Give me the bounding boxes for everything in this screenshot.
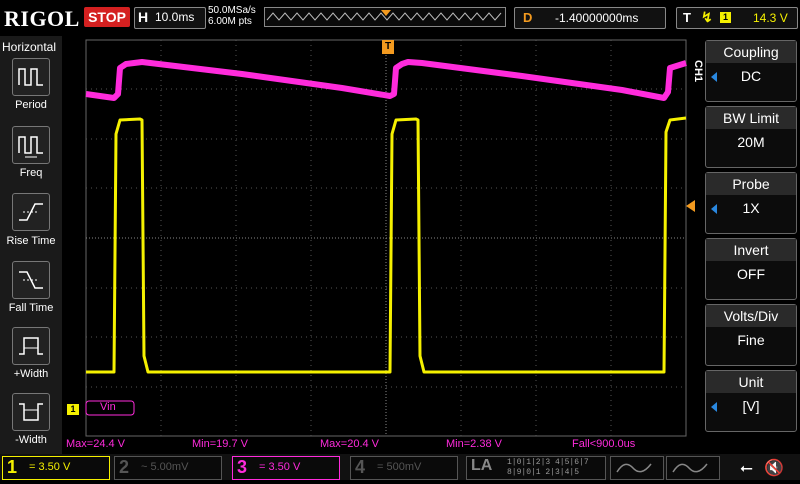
fall-time-label: Fall Time: [8, 302, 54, 314]
unit-softkey[interactable]: Unit [V]: [705, 370, 797, 432]
source-2-status[interactable]: [666, 456, 720, 480]
ch3-coupling: =: [259, 461, 266, 473]
bw-limit-value: 20M: [737, 134, 765, 150]
rising-edge-icon: ↯: [701, 9, 713, 25]
positive-width-label: +Width: [13, 368, 49, 380]
measurement-2: Min=19.7 V: [192, 438, 248, 450]
invert-value: OFF: [737, 266, 765, 282]
ch4-status[interactable]: 4 = 500mV: [350, 456, 458, 480]
ch2-coupling: ~: [141, 461, 148, 473]
brand-logo: RIGOL: [4, 6, 80, 31]
volts-div-caption: Volts/Div: [706, 305, 796, 327]
la-status[interactable]: LA 1|0|1|2|3 4|5|6|7 8|9|0|1 2|3|4|5: [466, 456, 606, 480]
measurement-5: Fall<900.0us: [572, 438, 636, 450]
volts-div-softkey[interactable]: Volts/Div Fine: [705, 304, 797, 366]
ch1-scale: = 3.50 V: [29, 461, 70, 473]
trigger-box[interactable]: T ↯ 1 14.3 V: [676, 7, 798, 29]
ch1-ground-marker[interactable]: 1: [67, 404, 79, 415]
sample-rate: 50.0MSa/s: [208, 5, 256, 16]
measurement-1: Max=24.4 V: [66, 438, 126, 450]
measurement-4: Min=2.38 V: [446, 438, 502, 450]
coupling-softkey[interactable]: Coupling DC: [705, 40, 797, 102]
ch4-coupling: =: [377, 461, 384, 473]
rise-time-label: Rise Time: [6, 235, 56, 247]
coupling-caption: Coupling: [706, 41, 796, 63]
waveform-display[interactable]: [62, 36, 690, 438]
period-icon: [18, 68, 43, 86]
invert-caption: Invert: [706, 239, 796, 261]
negative-width-button[interactable]: [12, 393, 50, 431]
ch3-scale-value: 3.50 V: [268, 461, 301, 473]
delay-label: D: [523, 10, 533, 25]
run-stop-indicator[interactable]: STOP: [84, 7, 130, 27]
sine-wave-icon: [616, 463, 652, 473]
probe-softkey[interactable]: Probe 1X: [705, 172, 797, 234]
acquisition-info: 50.0MSa/s 6.00M pts: [208, 5, 256, 27]
invert-softkey[interactable]: Invert OFF: [705, 238, 797, 300]
la-bits-bottom: 8|9|0|1 2|3|4|5: [507, 468, 580, 477]
timebase-value: 10.0ms: [155, 10, 195, 24]
bw-limit-softkey[interactable]: BW Limit 20M: [705, 106, 797, 168]
period-button[interactable]: [12, 58, 50, 96]
ch3-number: 3: [237, 457, 248, 477]
source-1-status[interactable]: [610, 456, 664, 480]
speaker-mute-icon[interactable]: 🔇: [764, 458, 784, 477]
channel-tab[interactable]: CH1: [690, 60, 704, 82]
positive-width-icon: [19, 337, 43, 355]
period-label: Period: [15, 99, 47, 111]
probe-value: 1X: [742, 200, 760, 216]
rise-time-button[interactable]: [12, 193, 50, 231]
coupling-value: DC: [740, 68, 762, 84]
volts-div-value: Fine: [737, 332, 765, 348]
ch4-scale: = 500mV: [377, 461, 421, 473]
fall-time-icon: [19, 271, 43, 289]
la-label: LA: [471, 457, 493, 474]
ch1-status[interactable]: 1 = 3.50 V: [2, 456, 110, 480]
timebase-label: H: [138, 9, 149, 25]
memory-waveform-icon: [266, 10, 502, 21]
trigger-level-marker[interactable]: [686, 200, 695, 212]
trigger-level: 14.3 V: [753, 11, 788, 25]
freq-icon: [18, 136, 43, 158]
la-bits-top: 1|0|1|2|3 4|5|6|7: [507, 458, 589, 467]
memory-depth: 6.00M pts: [208, 16, 252, 27]
negative-width-icon: [19, 403, 43, 421]
rise-time-icon: [19, 203, 43, 221]
usb-icon: ⭠: [740, 458, 753, 477]
ch3-status[interactable]: 3 = 3.50 V: [232, 456, 340, 480]
ch2-scale: ~ 5.00mV: [141, 461, 188, 473]
memory-overview-strip: [264, 7, 506, 27]
unit-caption: Unit: [706, 371, 796, 393]
ch2-number: 2: [119, 457, 130, 477]
trigger-channel: 1: [720, 12, 731, 23]
ch1-scale-value: 3.50 V: [38, 461, 71, 473]
freq-label: Freq: [19, 167, 43, 179]
trigger-label: T: [683, 10, 691, 25]
fall-time-button[interactable]: [12, 261, 50, 299]
ch1-number: 1: [7, 457, 18, 477]
ch2-scale-value: 5.00mV: [150, 461, 189, 473]
la-bits: 1|0|1|2|3 4|5|6|7 8|9|0|1 2|3|4|5: [507, 458, 589, 478]
delay-value: -1.40000000ms: [555, 11, 639, 25]
ch4-number: 4: [355, 457, 366, 477]
delay-box[interactable]: D -1.40000000ms: [514, 7, 666, 29]
trigger-position-marker[interactable]: T: [382, 40, 394, 54]
negative-width-label: -Width: [15, 434, 47, 446]
unit-value: [V]: [742, 398, 760, 414]
timebase-box[interactable]: H 10.0ms: [134, 7, 206, 29]
menu-title: Horizontal: [2, 40, 57, 54]
bw-limit-caption: BW Limit: [706, 107, 796, 129]
ch1-coupling: =: [29, 461, 36, 473]
ch2-status[interactable]: 2 ~ 5.00mV: [114, 456, 222, 480]
freq-button[interactable]: [12, 126, 50, 164]
measurement-3: Max=20.4 V: [320, 438, 380, 450]
ch3-scale: = 3.50 V: [259, 461, 300, 473]
ch1-label: Vin: [100, 401, 116, 413]
sine-wave-icon: [672, 463, 708, 473]
positive-width-button[interactable]: [12, 327, 50, 365]
probe-caption: Probe: [706, 173, 796, 195]
ch4-scale-value: 500mV: [386, 461, 422, 473]
